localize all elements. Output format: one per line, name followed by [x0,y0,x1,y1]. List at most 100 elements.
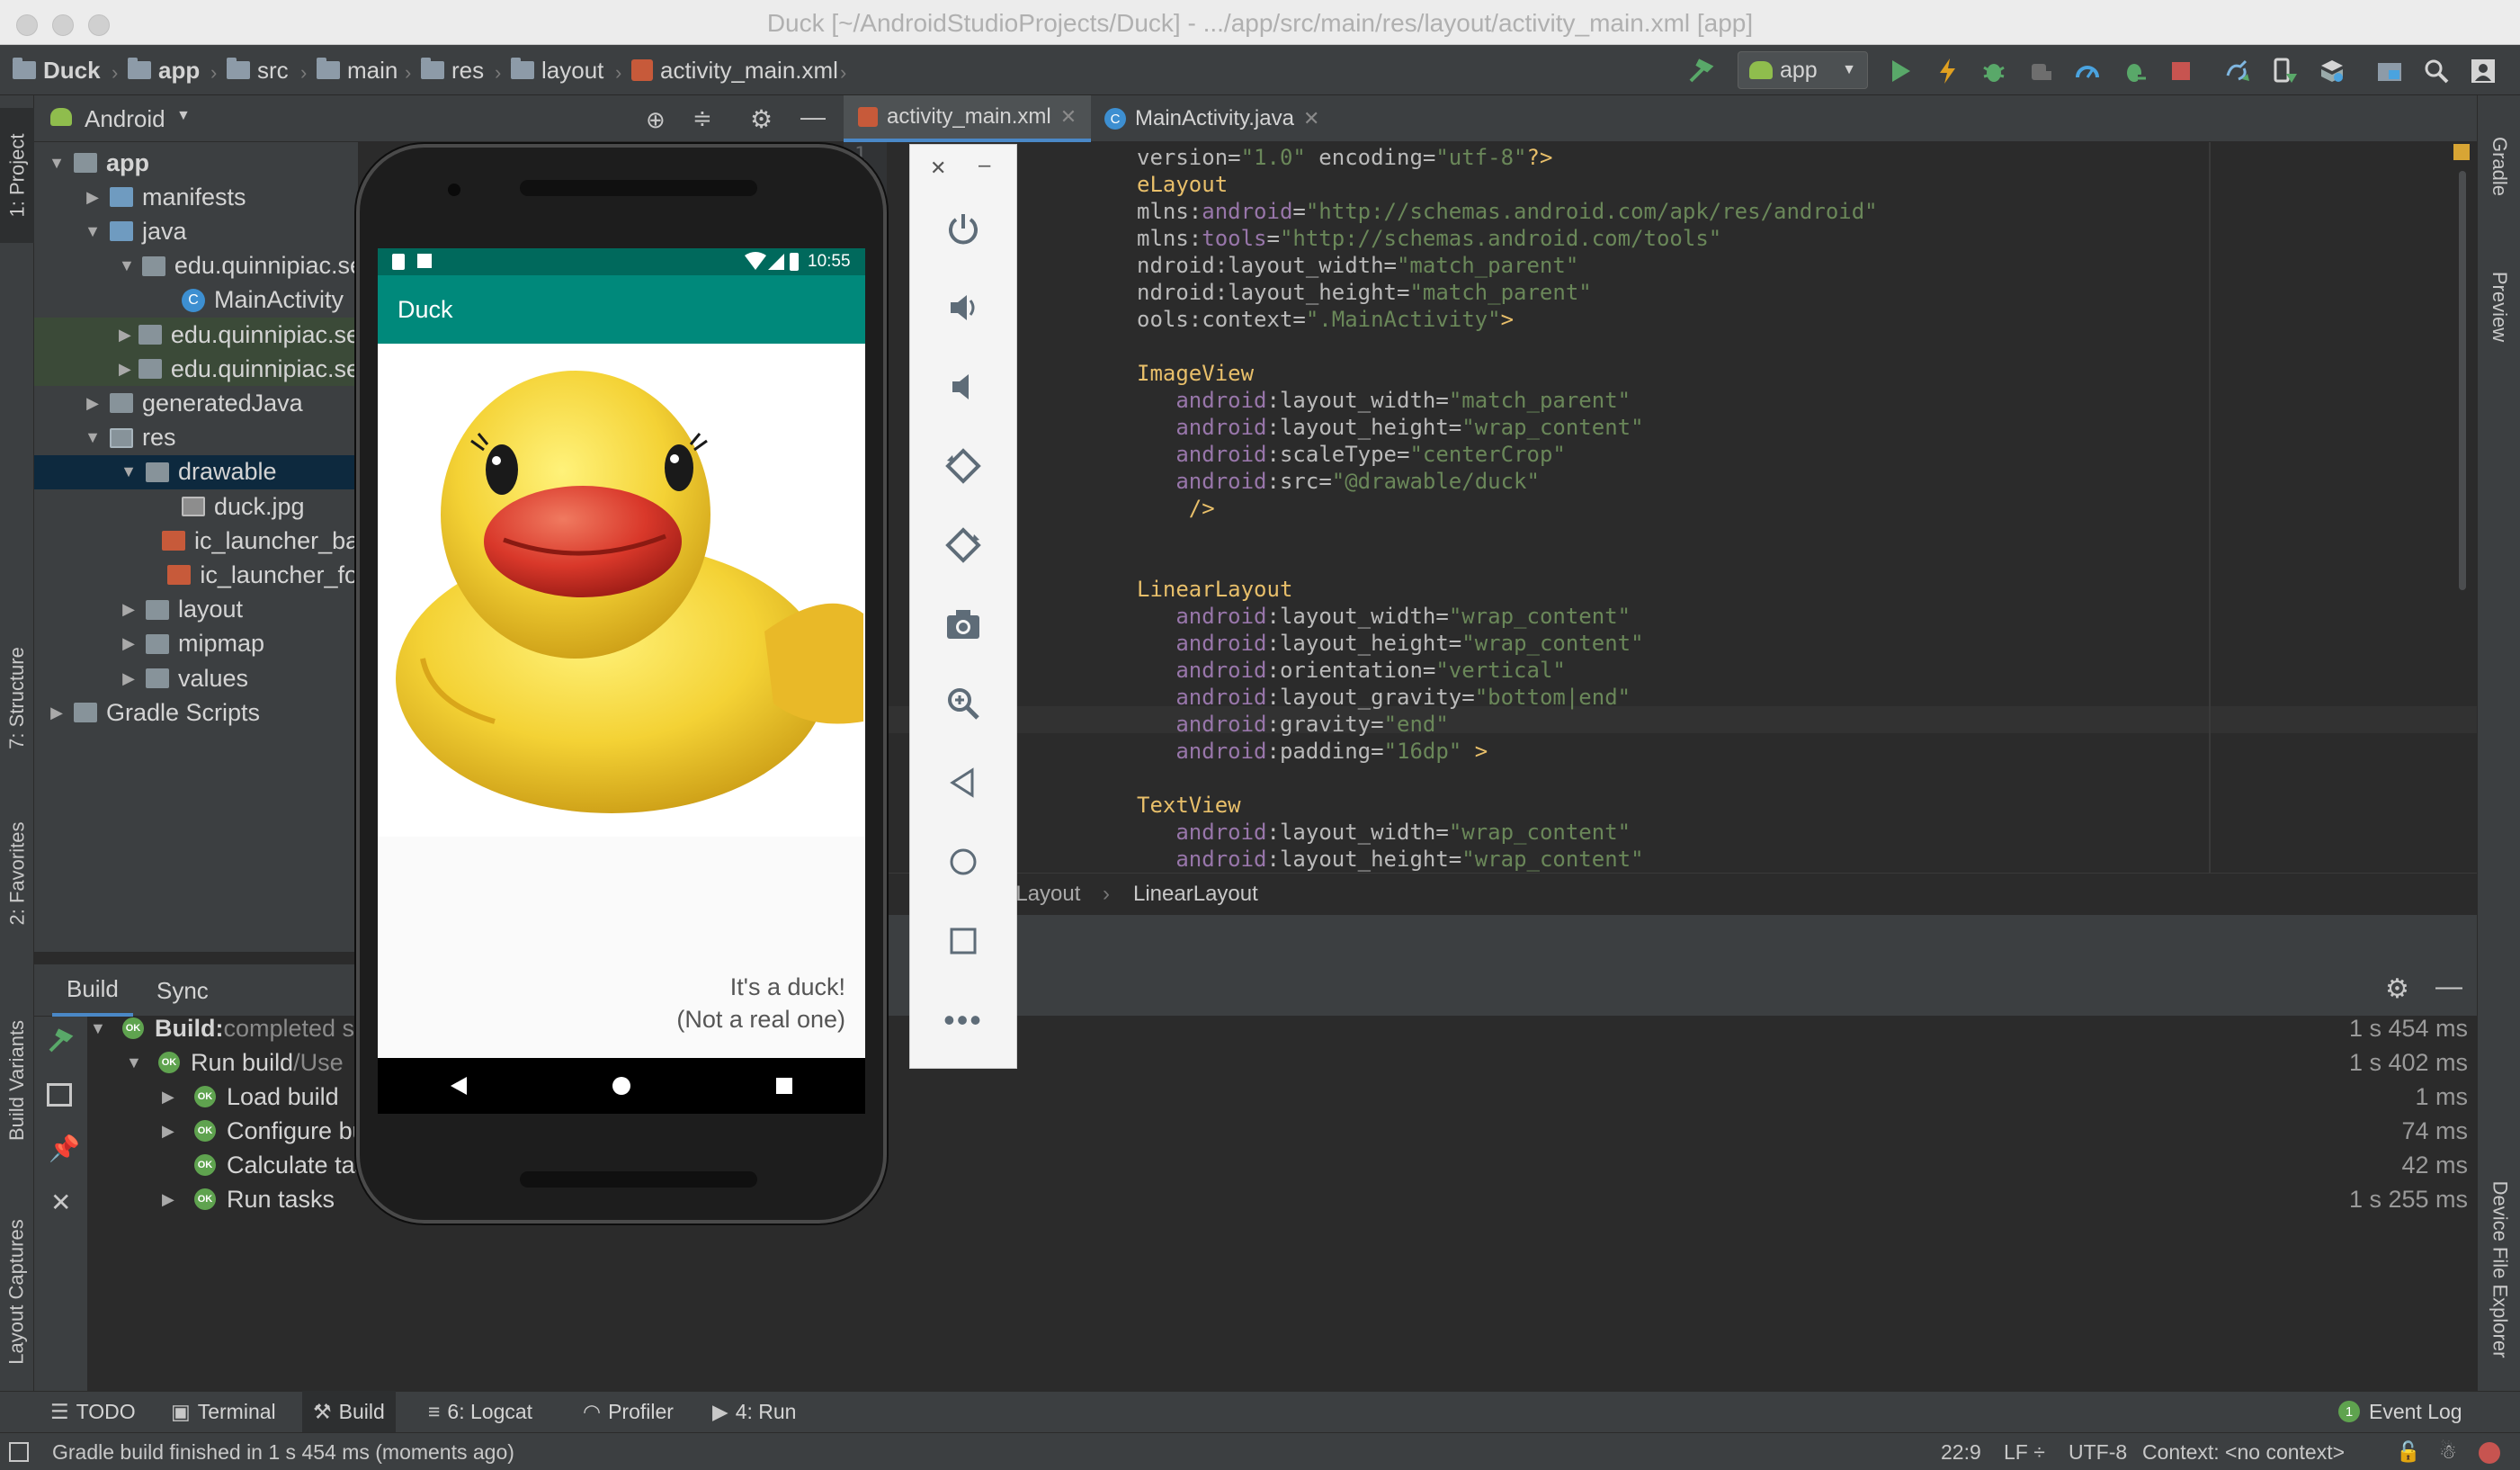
status-message[interactable]: Gradle build finished in 1 s 454 ms (mom… [52,1433,514,1470]
debug-icon[interactable] [1979,56,2009,86]
tab-project[interactable]: 1: Project [0,108,34,243]
breadcrumb-app[interactable]: app [128,45,200,95]
tree-item[interactable]: ▶ Gradle Scripts [34,695,358,730]
more-options-icon[interactable]: ••• [909,993,1017,1047]
tree-item[interactable]: duck.jpg [34,489,358,524]
tab-preview[interactable]: Preview [2478,239,2520,374]
hammer-icon[interactable] [47,1027,74,1054]
tab-activity-main-xml[interactable]: activity_main.xml ✕ [844,95,1092,142]
avd-manager-icon[interactable] [2270,56,2301,86]
breadcrumb-res[interactable]: res [421,45,484,95]
project-view-selector[interactable]: Android [85,95,165,142]
search-icon[interactable] [2421,56,2452,86]
chevron-right-icon[interactable]: ▶ [162,1190,183,1209]
sync-gradle-icon[interactable] [2223,56,2254,86]
editor-scrollbar[interactable] [2459,171,2466,590]
chevron-down-icon[interactable]: ▼ [47,154,67,173]
chevron-right-icon[interactable]: ▶ [83,188,103,207]
tab-layout-captures[interactable]: Layout Captures [0,1193,34,1391]
attach-debugger-icon[interactable] [2025,56,2056,86]
breadcrumb-src[interactable]: src [227,45,289,95]
chevron-right-icon[interactable]: ▶ [83,394,103,413]
run-icon[interactable] [1885,56,1916,86]
tool-window-terminal[interactable]: ▣ Terminal [160,1391,287,1432]
tree-item[interactable]: ▼ edu.quinnipiac.se [34,249,358,283]
line-separator[interactable]: LF ÷ [2004,1433,2045,1470]
tab-build-variants[interactable]: Build Variants [0,986,34,1175]
chevron-down-icon[interactable]: ▼ [119,256,135,275]
context-indicator[interactable]: Context: <no context> [2142,1433,2345,1470]
volume-down-icon[interactable] [909,360,1017,414]
tab-favorites[interactable]: 2: Favorites [0,797,34,950]
back-icon[interactable] [909,756,1017,810]
event-log-button[interactable]: 1 Event Log [2338,1391,2462,1432]
chevron-right-icon[interactable]: ▶ [119,600,139,619]
tab-build[interactable]: Build [52,964,133,1017]
tree-item[interactable]: ▶ manifests [34,180,358,214]
build-row[interactable]: ▶ OK Configure bu [162,1114,366,1148]
overview-icon[interactable] [909,914,1017,968]
lock-icon[interactable]: 🔓 [2396,1440,2420,1464]
locate-file-icon[interactable]: ⊕ [646,106,666,134]
error-indicator-icon[interactable] [2479,1442,2500,1464]
breadcrumb-main[interactable]: main [317,45,398,95]
account-icon[interactable] [2468,56,2498,86]
inspector-icon[interactable]: ☃ [2439,1440,2457,1464]
tree-item[interactable]: ▼ java [34,214,358,248]
chevron-right-icon[interactable]: ▶ [119,326,131,345]
tree-item[interactable]: ▶ mipmap [34,627,358,661]
rotate-left-icon[interactable] [909,439,1017,493]
profile-icon[interactable] [2072,56,2103,86]
tree-item[interactable]: C MainActivity [34,283,358,318]
chevron-down-icon[interactable]: ▼ [83,428,103,447]
build-row[interactable]: ▼ OK Build: completed s [90,1011,354,1045]
settings-gear-icon[interactable]: ⚙ [750,104,773,134]
chevron-right-icon[interactable]: ▶ [162,1088,183,1107]
apply-changes-icon[interactable] [1932,56,1962,86]
project-structure-icon[interactable] [2374,56,2405,86]
tab-gradle[interactable]: Gradle [2478,108,2520,225]
build-row[interactable]: ▼ OK Run build /Use [126,1045,344,1080]
tool-window-4-run[interactable]: ▶ 4: Run [701,1391,807,1432]
file-encoding[interactable]: UTF-8 [2069,1433,2127,1470]
settings-gear-icon[interactable]: ⚙ [2385,973,2409,1005]
minimize-emulator-icon[interactable]: – [979,153,990,178]
chevron-down-icon[interactable]: ▼ [119,462,139,481]
build-row[interactable]: ▶ OK Load build [162,1080,339,1114]
chevron-right-icon[interactable]: ▶ [119,669,139,688]
tool-window-6-logcat[interactable]: ≡ 6: Logcat [417,1391,543,1432]
breadcrumb-duck[interactable]: Duck [13,45,101,95]
tab-structure[interactable]: 7: Structure [0,626,34,770]
tab-sync[interactable]: Sync [142,964,223,1017]
tool-window-todo[interactable]: ☰ TODO [40,1391,147,1432]
debug-android-icon[interactable] [2119,56,2149,86]
zoom-icon[interactable] [909,677,1017,731]
tree-item[interactable]: ic_launcher_fo [34,558,358,592]
home-icon[interactable] [611,1075,632,1097]
tree-item[interactable]: ▶ edu.quinnipiac.se [34,318,358,352]
power-icon[interactable] [909,202,1017,255]
toggle-tool-windows-icon[interactable] [9,1442,29,1462]
volume-up-icon[interactable] [909,281,1017,335]
rotate-right-icon[interactable] [909,518,1017,572]
tree-item[interactable]: ▶ edu.quinnipiac.se [34,352,358,387]
close-tab-icon[interactable]: ✕ [1303,107,1319,130]
build-row[interactable]: ▶ OK Run tasks [162,1182,335,1216]
hide-panel-icon[interactable]: — [2435,972,2462,1002]
tree-item[interactable]: ▶ generatedJava [34,386,358,420]
stop-icon[interactable] [2166,56,2196,86]
tab-device-file-explorer[interactable]: Device File Explorer [2478,1148,2520,1391]
tree-item[interactable]: ▼ drawable [34,454,358,489]
breadcrumb-layout[interactable]: layout [511,45,603,95]
back-icon[interactable] [449,1075,469,1097]
build-row[interactable]: OK Calculate tas [162,1148,367,1182]
recents-icon[interactable] [774,1076,794,1096]
close-emulator-icon[interactable]: ✕ [930,157,946,180]
hide-panel-icon[interactable]: — [800,103,826,131]
chevron-right-icon[interactable]: ▶ [47,704,67,722]
chevron-right-icon[interactable]: ▶ [162,1122,183,1141]
tree-item[interactable]: ▼ res [34,421,358,455]
tree-item[interactable]: ▼ app [34,146,358,180]
close-icon[interactable]: ✕ [50,1188,71,1217]
home-icon[interactable] [909,835,1017,889]
